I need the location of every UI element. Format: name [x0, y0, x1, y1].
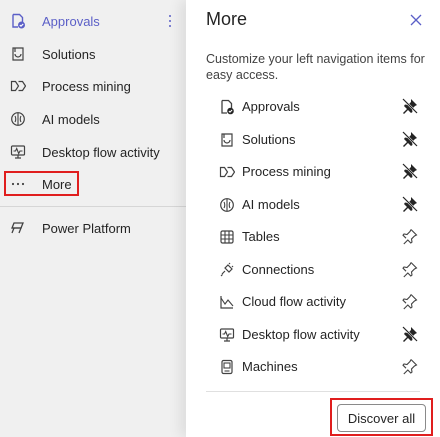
flyout-description: Customize your left navigation items for…: [206, 52, 425, 82]
flyout-divider: [206, 391, 420, 392]
flyout-item-cloud-flow-activity: Cloud flow activity: [186, 286, 440, 316]
process-mining-icon: [9, 77, 27, 95]
tables-icon: [218, 228, 235, 245]
desktop-flow-activity-icon: [218, 326, 235, 343]
unpin-icon[interactable]: [401, 130, 419, 148]
flyout-item-solutions: Solutions: [186, 124, 440, 154]
nav-item-power-platform[interactable]: Power Platform: [0, 213, 186, 243]
more-options-icon[interactable]: [164, 13, 176, 29]
left-navigation: Approvals Solutions Process mining AI mo…: [0, 0, 186, 437]
power-platform-icon: [9, 219, 27, 237]
nav-item-approvals[interactable]: Approvals: [0, 6, 186, 36]
more-flyout-panel: More Customize your left navigation item…: [186, 0, 440, 437]
connections-icon: [218, 261, 235, 278]
desktop-flow-activity-icon: [9, 143, 27, 161]
cloud-flow-activity-icon: [218, 293, 235, 310]
approvals-icon: [218, 98, 235, 115]
nav-item-process-mining[interactable]: Process mining: [0, 71, 186, 101]
flyout-item-approvals: Approvals: [186, 91, 440, 121]
nav-item-desktop-flow-activity[interactable]: Desktop flow activity: [0, 137, 186, 167]
flyout-item-label: Connections: [242, 262, 315, 277]
nav-item-label: AI models: [42, 111, 100, 127]
ai-models-icon: [218, 196, 235, 213]
flyout-item-label: Machines: [242, 359, 298, 374]
flyout-item-label: Process mining: [242, 164, 331, 179]
flyout-item-label: Cloud flow activity: [242, 294, 347, 309]
machines-icon: [218, 358, 235, 375]
nav-item-label: Desktop flow activity: [42, 144, 160, 160]
flyout-item-machines: Machines: [186, 351, 440, 381]
discover-all-button[interactable]: Discover all: [337, 404, 426, 432]
nav-item-label: Approvals: [42, 13, 100, 29]
nav-divider: [0, 206, 186, 207]
nav-item-label: Process mining: [42, 78, 131, 94]
highlight-box: [4, 171, 79, 196]
flyout-item-label: Tables: [242, 229, 280, 244]
nav-item-label: Solutions: [42, 46, 96, 62]
unpin-icon[interactable]: [401, 325, 419, 343]
solutions-icon: [9, 45, 27, 63]
approvals-icon: [9, 12, 27, 30]
ai-models-icon: [9, 110, 27, 128]
flyout-title: More: [206, 9, 248, 29]
pin-icon[interactable]: [401, 292, 419, 310]
flyout-item-label: Desktop flow activity: [242, 327, 360, 342]
flyout-item-label: Approvals: [242, 99, 300, 114]
flyout-item-label: AI models: [242, 197, 300, 212]
flyout-item-process-mining: Process mining: [186, 156, 440, 186]
process-mining-icon: [218, 163, 235, 180]
flyout-item-ai-models: AI models: [186, 189, 440, 219]
nav-item-solutions[interactable]: Solutions: [0, 39, 186, 69]
flyout-item-label: Solutions: [242, 132, 296, 147]
unpin-icon[interactable]: [401, 162, 419, 180]
nav-item-ai-models[interactable]: AI models: [0, 104, 186, 134]
flyout-item-tables: Tables: [186, 221, 440, 251]
pin-icon[interactable]: [401, 260, 419, 278]
pin-icon[interactable]: [401, 357, 419, 375]
flyout-item-connections: Connections: [186, 254, 440, 284]
nav-item-label: Power Platform: [42, 220, 131, 236]
close-icon[interactable]: [409, 13, 423, 27]
unpin-icon[interactable]: [401, 195, 419, 213]
unpin-icon[interactable]: [401, 97, 419, 115]
flyout-item-desktop-flow-activity: Desktop flow activity: [186, 319, 440, 349]
solutions-icon: [218, 131, 235, 148]
pin-icon[interactable]: [401, 227, 419, 245]
